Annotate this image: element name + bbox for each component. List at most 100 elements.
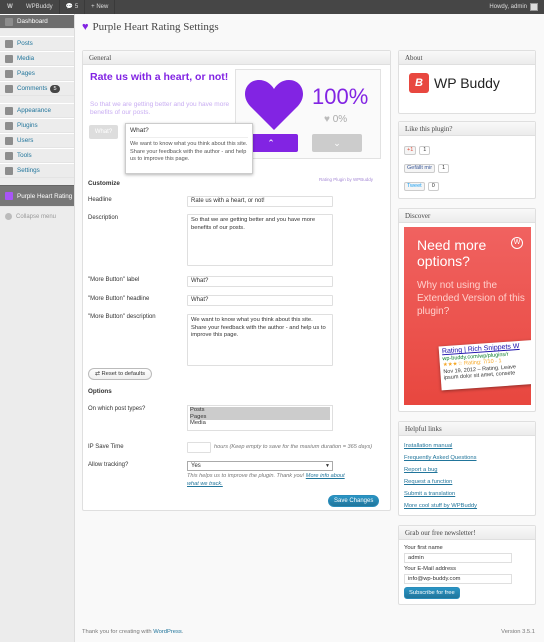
headline-label: Headline	[88, 197, 112, 203]
tracking-hint: This helps us to improve the plugin. Tha…	[187, 473, 345, 487]
report-bug-link[interactable]: Report a bug	[404, 464, 477, 476]
post-types-select[interactable]: Posts Pages Media	[187, 405, 333, 431]
rich-snippet-card: Rating | Rich Snippets W wp-buddy.com/wp…	[438, 339, 531, 391]
sidebar-item-users[interactable]: Users	[0, 133, 74, 148]
about-header: About	[399, 51, 535, 65]
sidebar-item-label: Appearance	[17, 107, 51, 114]
menu-separator	[0, 29, 74, 36]
comment-count-badge: 5	[50, 84, 60, 93]
submit-translation-link[interactable]: Submit a translation	[404, 488, 477, 500]
installation-manual-link[interactable]: Installation manual	[404, 440, 477, 452]
facebook-like-button[interactable]: Gefällt mir	[404, 164, 436, 173]
newsletter-header: Grab our free newsletter!	[399, 526, 535, 540]
sidebar-item-pages[interactable]: Pages	[0, 66, 74, 81]
customize-heading: Customize	[88, 180, 120, 187]
comment-icon: 💬	[65, 4, 75, 10]
tracking-label: Allow tracking?	[88, 462, 129, 468]
more-button-label-label: "More Button" label	[88, 277, 140, 283]
extended-version-ad[interactable]: W Need more options? Why not using the E…	[404, 227, 531, 405]
chevron-down-icon: ⌄	[333, 138, 341, 148]
description-textarea[interactable]: So that we are getting better and you ha…	[187, 214, 333, 266]
email-label: Your E-Mail address	[404, 566, 456, 572]
sidebar-item-settings[interactable]: Settings	[0, 163, 74, 178]
collapse-icon	[5, 213, 12, 220]
more-button-description-textarea[interactable]: We want to know what you think about thi…	[187, 314, 333, 366]
rating-percent-up: 100%	[312, 84, 369, 109]
first-name-label: Your first name	[404, 545, 443, 551]
post-types-label: On which post types?	[88, 406, 146, 412]
sidebar-item-comments[interactable]: Comments 5	[0, 81, 74, 96]
vote-down-button[interactable]: ⌄	[312, 134, 362, 152]
wordpress-link[interactable]: WordPress	[153, 629, 182, 635]
preview-more-button[interactable]: What?	[89, 125, 118, 139]
collapse-menu-button[interactable]: Collapse menu	[0, 207, 74, 226]
big-heart-icon	[244, 80, 304, 130]
discover-header: Discover	[399, 209, 535, 223]
tweet-button[interactable]: Tweet	[404, 182, 425, 191]
sidebar-item-dashboard[interactable]: Dashboard	[0, 14, 74, 29]
rating-percent-down: ♥ 0%	[324, 114, 348, 125]
heart-icon: ♥	[82, 21, 89, 33]
comments-link[interactable]: 💬 5	[60, 0, 86, 14]
faq-link[interactable]: Frequently Asked Questions	[404, 452, 477, 464]
reset-defaults-button[interactable]: ⇄ Reset to defaults	[88, 368, 152, 380]
sidebar-item-media[interactable]: Media	[0, 51, 74, 66]
sidebar-item-label: Purple Heart Rating	[17, 192, 73, 200]
more-button-headline-input[interactable]: What?	[187, 295, 333, 306]
admin-bar: W WPBuddy 💬 5 + New Howdy, admin	[0, 0, 544, 14]
subscribe-button[interactable]: Subscribe for free	[404, 587, 460, 599]
preview-headline: Rate us with a heart, or not!	[90, 71, 229, 83]
description-label: Description	[88, 215, 119, 221]
media-icon	[5, 54, 13, 63]
heart-icon	[5, 192, 13, 200]
rating-widget: 100% ♥ 0% ⌃ ⌄	[235, 69, 381, 159]
posts-icon	[5, 39, 13, 48]
email-input[interactable]: info@wp-buddy.com	[404, 574, 512, 584]
tools-icon	[5, 151, 13, 160]
new-content-link[interactable]: + New	[85, 0, 116, 14]
sidebar-item-purple-heart-rating[interactable]: Purple Heart Rating	[0, 185, 74, 207]
tracking-select[interactable]: Yes ▼	[187, 461, 333, 471]
chevron-up-icon: ⌃	[267, 138, 275, 148]
post-type-option[interactable]: Media	[190, 420, 330, 427]
save-changes-button[interactable]: Save Changes	[328, 495, 380, 507]
general-header: General	[83, 51, 390, 65]
ad-text: Why not using the Extended Version of th…	[417, 280, 525, 317]
request-function-link[interactable]: Request a function	[404, 476, 477, 488]
headline-input[interactable]: Rate us with a heart, or not!	[187, 196, 333, 207]
more-stuff-link[interactable]: More cool stuff by WPBuddy	[404, 500, 477, 512]
ip-save-time-input[interactable]	[187, 442, 211, 453]
tooltip-text: We want to know what you think about thi…	[130, 141, 248, 162]
facebook-count: 1	[438, 164, 450, 173]
tooltip-title: What?	[130, 127, 248, 138]
more-button-description-label: "More Button" description	[88, 314, 156, 320]
wpbuddy-logo[interactable]: B WP Buddy	[409, 73, 500, 93]
pages-icon	[5, 69, 13, 78]
options-heading: Options	[88, 388, 112, 395]
menu-separator	[0, 178, 74, 185]
helpful-links-list: Installation manual Frequently Asked Que…	[404, 440, 477, 512]
sidebar-item-label: Comments	[17, 85, 48, 92]
sidebar-item-tools[interactable]: Tools	[0, 148, 74, 163]
sidebar-item-label: Plugins	[17, 122, 38, 129]
sidebar-item-plugins[interactable]: Plugins	[0, 118, 74, 133]
discover-box: Discover W Need more options? Why not us…	[398, 208, 536, 412]
helpful-header: Helpful links	[399, 422, 535, 436]
account-menu[interactable]: Howdy, admin	[489, 3, 544, 11]
page-title: ♥ Purple Heart Rating Settings	[82, 21, 219, 33]
more-button-label-input[interactable]: What?	[187, 276, 333, 287]
site-name-link[interactable]: WPBuddy	[20, 0, 60, 14]
admin-sidebar: Dashboard Posts Media Pages Comments 5 Appeara…	[0, 14, 75, 642]
wordpress-logo-icon[interactable]: W	[0, 4, 20, 10]
first-name-input[interactable]: admin	[404, 553, 512, 563]
sidebar-item-posts[interactable]: Posts	[0, 36, 74, 51]
sidebar-item-label: Users	[17, 137, 34, 144]
avatar	[530, 3, 538, 11]
gplus-count: 1	[419, 146, 431, 155]
gplus-button[interactable]: +1	[404, 146, 417, 155]
sidebar-item-label: Media	[17, 55, 35, 62]
dashboard-icon	[5, 17, 13, 26]
plugin-credit-link[interactable]: Rating Plugin by WPBuddy	[319, 177, 373, 182]
general-settings-box: General Rate us with a heart, or not! So…	[82, 50, 391, 511]
sidebar-item-appearance[interactable]: Appearance	[0, 103, 74, 118]
